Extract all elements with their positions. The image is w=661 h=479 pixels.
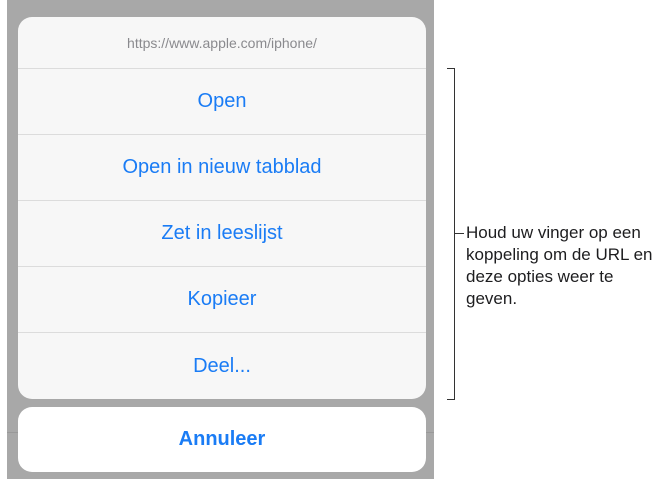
link-action-sheet: https://www.apple.com/iphone/ Open Open … bbox=[18, 17, 426, 399]
open-in-new-tab-button[interactable]: Open in nieuw tabblad bbox=[18, 135, 426, 201]
sheet-url-header: https://www.apple.com/iphone/ bbox=[18, 17, 426, 69]
callout-leader-line bbox=[455, 233, 464, 234]
cancel-button[interactable]: Annuleer bbox=[18, 407, 426, 472]
screenshot-stage: https://www.apple.com/iphone/ Open Open … bbox=[0, 0, 661, 479]
callout-bracket bbox=[447, 68, 455, 400]
copy-button[interactable]: Kopieer bbox=[18, 267, 426, 333]
add-to-reading-list-button[interactable]: Zet in leeslijst bbox=[18, 201, 426, 267]
callout-text: Houd uw vinger op een koppeling om de UR… bbox=[466, 223, 653, 308]
open-button[interactable]: Open bbox=[18, 69, 426, 135]
share-button[interactable]: Deel... bbox=[18, 333, 426, 399]
